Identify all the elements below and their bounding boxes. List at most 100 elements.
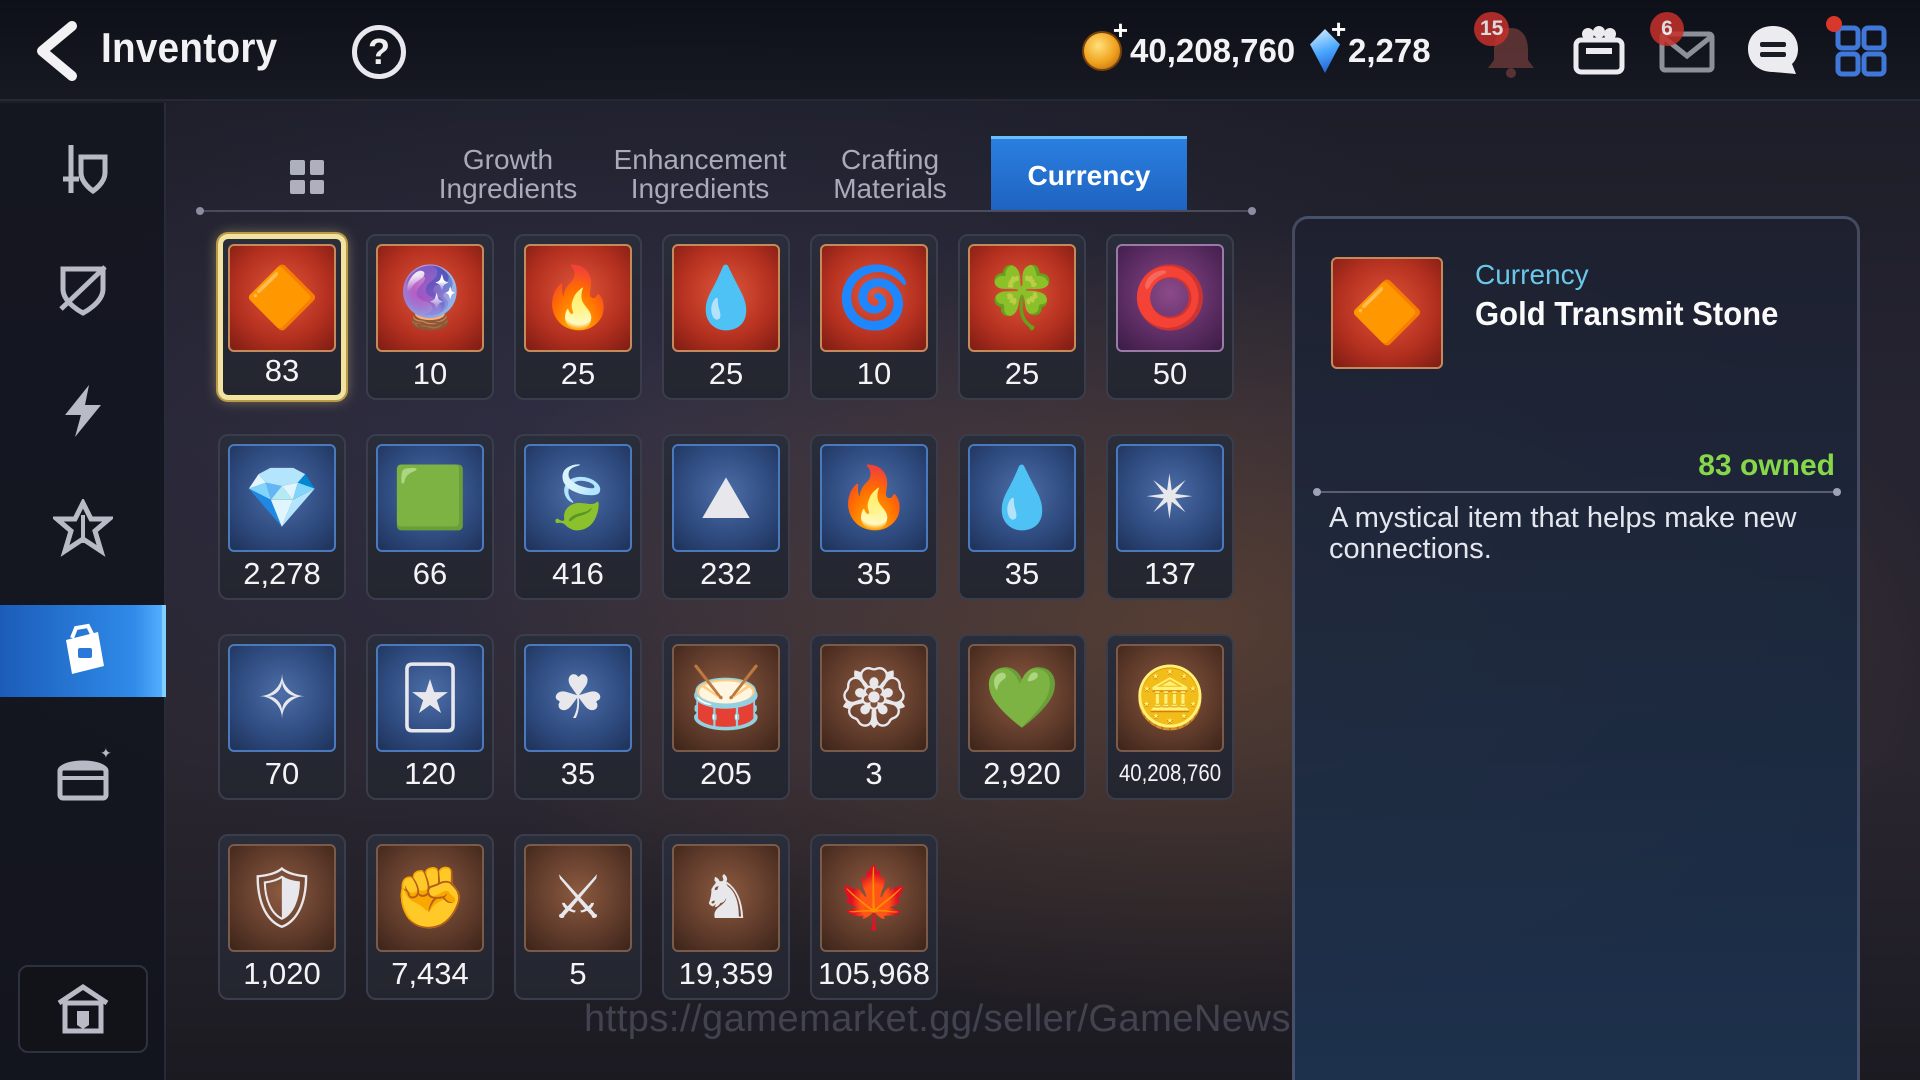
- item-glyph: 🃏: [399, 664, 461, 731]
- item-quantity: 10: [856, 356, 892, 391]
- flame-charm-icon: 🔥: [820, 444, 928, 552]
- inventory-item[interactable]: 💚 2,920: [958, 634, 1086, 800]
- red-leaf-icon: 🍁: [820, 844, 928, 952]
- inventory-item[interactable]: ⛰ 232: [662, 434, 790, 600]
- inventory-item[interactable]: 💧 25: [662, 234, 790, 400]
- inventory-item[interactable]: ♞ 19,359: [662, 834, 790, 1000]
- item-quantity: 2,278: [243, 556, 321, 591]
- menu-button[interactable]: [1826, 16, 1894, 84]
- tab-currency[interactable]: Currency: [991, 136, 1187, 210]
- item-quantity: 83: [264, 353, 300, 388]
- tab-enhancement-ingredients[interactable]: Enhancement Ingredients: [608, 136, 792, 210]
- inventory-item[interactable]: ⭕ 50: [1106, 234, 1234, 400]
- chat-button[interactable]: [1740, 18, 1806, 84]
- gold-transmit-stone-icon: 🔶: [1331, 257, 1443, 369]
- inventory-item[interactable]: ⚔ 5: [514, 834, 642, 1000]
- heart-icon: 💚: [968, 644, 1076, 752]
- inventory-item[interactable]: 🃏 120: [366, 634, 494, 800]
- inventory-item[interactable]: ✧ 70: [218, 634, 346, 800]
- inventory-item[interactable]: 🔥 25: [514, 234, 642, 400]
- gold-coin-icon: [1082, 15, 1128, 71]
- inventory-item[interactable]: 🍁 105,968: [810, 834, 938, 1000]
- page-title: Inventory: [101, 24, 278, 71]
- sidebar-item-chests[interactable]: ✦: [0, 729, 166, 821]
- gold-emblem-icon: 🛡: [228, 844, 336, 952]
- inventory-item[interactable]: 🛡 1,020: [218, 834, 346, 1000]
- menu-alert-dot: [1826, 16, 1842, 32]
- lightning-icon: [65, 385, 101, 437]
- purple-seal-icon: 🏵: [820, 644, 928, 752]
- storage-button[interactable]: [18, 965, 148, 1053]
- inventory-item[interactable]: 🔮 10: [366, 234, 494, 400]
- item-glyph: 🛡: [243, 864, 321, 931]
- grid-cell: [290, 160, 305, 175]
- svg-text:✦: ✦: [100, 746, 112, 762]
- chat-icon: [1748, 26, 1798, 74]
- friends-button[interactable]: [1566, 18, 1632, 84]
- item-glyph: 💧: [688, 264, 764, 331]
- inventory-item[interactable]: ✊ 7,434: [366, 834, 494, 1000]
- inventory-item[interactable]: 🏵 3: [810, 634, 938, 800]
- inventory-item[interactable]: 🪙 40,208,760: [1106, 634, 1234, 800]
- detail-description: A mystical item that helps make new conn…: [1329, 502, 1797, 565]
- item-quantity: 40,208,760: [1118, 760, 1222, 787]
- grid-cell: [290, 179, 305, 194]
- item-glyph: 🪙: [1132, 664, 1208, 731]
- item-glyph: ⚔: [551, 864, 605, 931]
- item-glyph: ✊: [392, 864, 468, 931]
- inventory-item[interactable]: ☘ 35: [514, 634, 642, 800]
- crystal-plus-icon: +: [1331, 14, 1347, 44]
- inventory-item[interactable]: 💎 2,278: [218, 434, 346, 600]
- item-quantity: 5: [569, 956, 587, 991]
- sidebar-item-broken-gear[interactable]: [0, 243, 166, 335]
- sidebar-item-bag[interactable]: [0, 605, 166, 697]
- sidebar-item-equipment[interactable]: [0, 123, 166, 215]
- item-glyph: 🌀: [836, 264, 912, 331]
- gold-transmit-stone-icon: 🔶: [228, 244, 336, 352]
- card-icon: 🃏: [376, 644, 484, 752]
- detail-glyph: 🔶: [1349, 279, 1425, 346]
- detail-category: Currency: [1475, 259, 1589, 290]
- tab-crafting-materials[interactable]: Crafting Materials: [810, 136, 970, 210]
- mail-button[interactable]: 6: [1650, 12, 1720, 84]
- item-quantity: 120: [404, 756, 456, 791]
- party-icon: [1573, 26, 1625, 75]
- crystal-mountain-icon: ⛰: [672, 444, 780, 552]
- item-glyph: 🍁: [836, 864, 912, 931]
- inventory-item[interactable]: ✴ 137: [1106, 434, 1234, 600]
- item-glyph: 🔶: [244, 264, 320, 331]
- inventory-item[interactable]: 💧 35: [958, 434, 1086, 600]
- item-quantity: 35: [560, 756, 596, 791]
- gold-amount: 40,208,760: [1130, 32, 1296, 69]
- notifications-badge: 15: [1474, 12, 1510, 46]
- gold-currency[interactable]: 40,208,760: [1082, 15, 1296, 76]
- mail-badge: 6: [1650, 12, 1684, 46]
- item-glyph: 💎: [244, 464, 320, 531]
- help-button[interactable]: ?: [352, 25, 406, 79]
- notifications-button[interactable]: 15: [1474, 12, 1544, 84]
- inventory-item[interactable]: 🥁 205: [662, 634, 790, 800]
- item-glyph: 🟩: [392, 464, 468, 531]
- back-button[interactable]: [30, 20, 82, 82]
- tab-growth-ingredients[interactable]: Growth Ingredients: [420, 136, 596, 210]
- inventory-item[interactable]: 🔥 35: [810, 434, 938, 600]
- inventory-item[interactable]: 🍀 25: [958, 234, 1086, 400]
- item-glyph: ✧: [256, 664, 308, 731]
- crystal-currency[interactable]: 2,278: [1310, 26, 1431, 76]
- inventory-item[interactable]: 🟩 66: [366, 434, 494, 600]
- item-detail-panel: 🔶 Currency Gold Transmit Stone 83 owned …: [1292, 216, 1860, 1080]
- inventory-item[interactable]: 🌀 10: [810, 234, 938, 400]
- item-glyph: 🍀: [984, 264, 1060, 331]
- item-glyph: 🔮: [392, 264, 468, 331]
- item-glyph: 🥁: [688, 664, 764, 731]
- grid-cell: [309, 160, 324, 175]
- tab-all[interactable]: [290, 160, 324, 194]
- inventory-item[interactable]: 🍃 416: [514, 434, 642, 600]
- item-quantity: 416: [552, 556, 604, 591]
- detail-owned-count: 83 owned: [1698, 449, 1835, 482]
- inventory-item[interactable]: 🔶 83: [218, 234, 346, 400]
- sidebar-item-artifacts[interactable]: [0, 483, 166, 575]
- sidebar-item-power[interactable]: [0, 365, 166, 457]
- banner-icon: ⚔: [524, 844, 632, 952]
- purple-disc-icon: 🔮: [376, 244, 484, 352]
